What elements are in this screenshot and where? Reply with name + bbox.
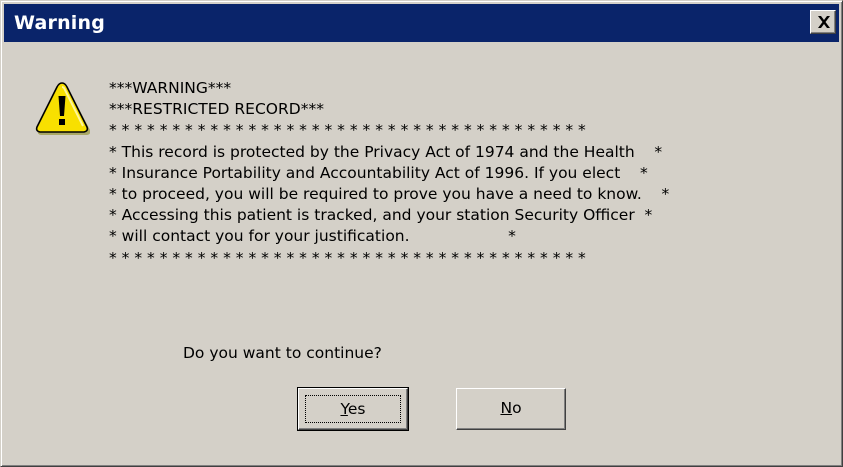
warning-message: ***WARNING*** ***RESTRICTED RECORD*** * … — [109, 78, 669, 269]
message-line: * This record is protected by the Privac… — [109, 142, 663, 161]
window-title: Warning — [14, 12, 106, 34]
message-line: * * * * * * * * * * * * * * * * * * * * … — [109, 248, 586, 267]
confirmation-question: Do you want to continue? — [183, 344, 382, 362]
title-bar[interactable]: Warning — [4, 4, 839, 42]
message-line: * will contact you for your justificatio… — [109, 227, 516, 246]
yes-button[interactable]: Yes — [297, 387, 409, 431]
close-button[interactable] — [810, 10, 836, 34]
yes-mnemonic: Y — [340, 400, 348, 418]
no-mnemonic: N — [500, 399, 513, 417]
message-line: * * * * * * * * * * * * * * * * * * * * … — [109, 121, 586, 140]
message-line: ***RESTRICTED RECORD*** — [109, 100, 324, 119]
message-line: * Accessing this patient is tracked, and… — [109, 206, 653, 225]
close-icon — [818, 16, 830, 28]
no-label: o — [512, 399, 522, 417]
warning-dialog: Warning ***WARNING*** ***RESTRICTED RECO… — [0, 0, 843, 467]
yes-label: es — [347, 400, 366, 418]
message-line: * to proceed, you will be required to pr… — [109, 184, 670, 203]
message-line: ***WARNING*** — [109, 79, 232, 97]
no-button[interactable]: No — [456, 388, 566, 430]
message-line: * Insurance Portability and Accountabili… — [109, 163, 648, 182]
focus-rectangle: Yes — [305, 395, 401, 423]
warning-triangle-icon — [35, 82, 90, 135]
